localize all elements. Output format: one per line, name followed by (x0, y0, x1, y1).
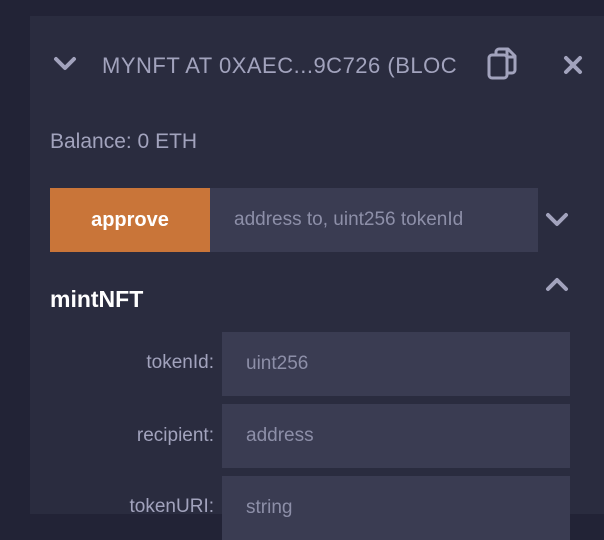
close-icon[interactable] (562, 54, 584, 76)
contract-panel: MYNFT AT 0XAEC...9C726 (BLOC Balance: 0 … (30, 16, 604, 540)
chevron-up-icon[interactable] (544, 274, 570, 294)
balance-text: Balance: 0 ETH (50, 130, 198, 153)
chevron-down-icon[interactable] (544, 210, 570, 230)
contract-header: MYNFT AT 0XAEC...9C726 (BLOC (30, 16, 604, 116)
contract-title: MYNFT AT 0XAEC...9C726 (BLOC (102, 53, 458, 78)
tokenid-label: tokenId: (146, 352, 214, 373)
chevron-down-icon[interactable] (52, 54, 78, 74)
recipient-label: recipient: (136, 425, 214, 446)
tokenuri-label: tokenURI: (129, 496, 214, 517)
recipient-input[interactable] (222, 404, 570, 468)
approve-button[interactable]: approve (50, 188, 210, 252)
tokenuri-input[interactable] (222, 476, 570, 540)
copy-icon[interactable] (486, 47, 518, 81)
approve-args-input[interactable] (210, 188, 538, 252)
tokenid-input[interactable] (222, 332, 570, 396)
mint-function-title: mintNFT (50, 286, 144, 312)
approve-row: approve (50, 188, 538, 252)
